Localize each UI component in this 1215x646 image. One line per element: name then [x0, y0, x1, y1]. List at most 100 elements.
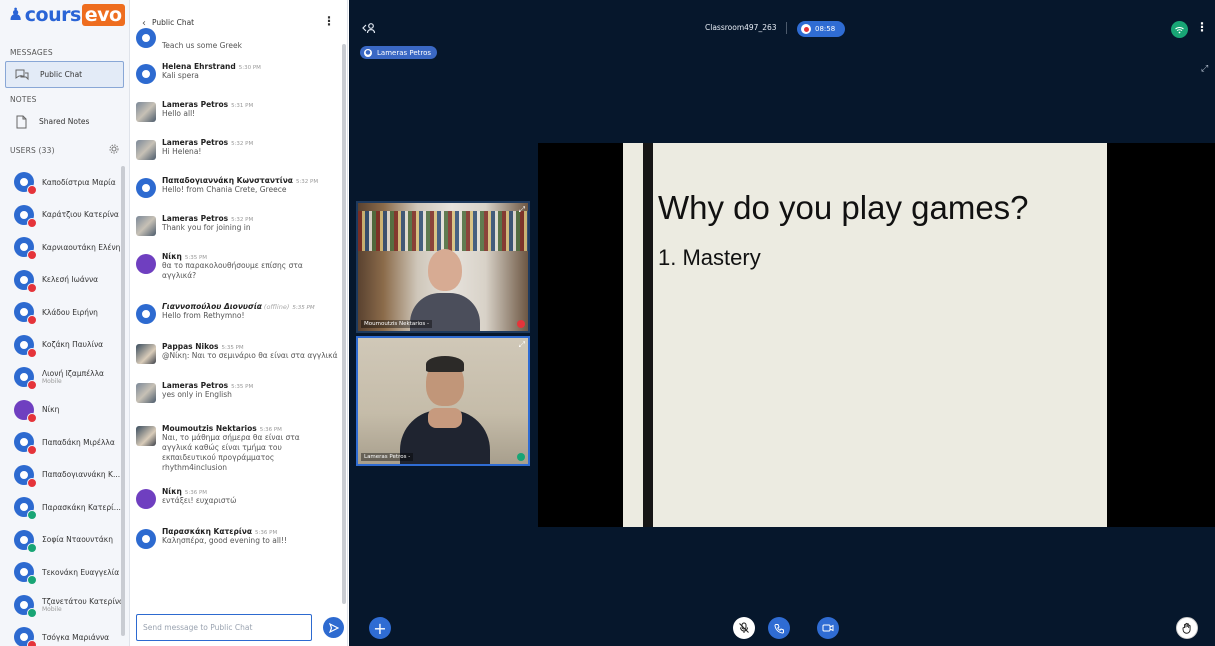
- chat-message-list: Teach us some Greek Helena Ehrstrand 5:30…: [130, 28, 338, 565]
- microphone-icon: ●: [364, 48, 372, 57]
- avatar: [14, 627, 37, 646]
- avatar: [14, 334, 37, 358]
- public-chat-nav[interactable]: Public Chat: [5, 61, 124, 88]
- chat-message: Γιαννοπούλου Διονυσία (offline) 5:35 PM Hel…: [130, 302, 338, 342]
- muted-mic-icon: [27, 640, 37, 646]
- chat-message: Pappas Nikos 5:35 PM @Νίκη: Ναι το σεμινάρ…: [130, 342, 338, 381]
- presentation-slide[interactable]: Why do you play games? 1. Mastery: [623, 143, 1107, 527]
- avatar: [14, 464, 37, 488]
- raise-hand-button[interactable]: [1176, 617, 1198, 639]
- chat-message: Παπαδογιαννάκη Κωνσταντίνα 5:32 PM Hello! …: [130, 176, 338, 214]
- webcam-feed: [358, 203, 528, 331]
- user-list: Καποδίστρια Μαρία Καράτζιου Κατερίνα Καρ…: [0, 166, 124, 646]
- fullscreen-icon[interactable]: ⤢: [1201, 64, 1208, 74]
- mute-microphone-button[interactable]: [733, 617, 755, 639]
- options-menu-icon[interactable]: ⋮: [1196, 20, 1208, 34]
- avatar: [136, 28, 156, 48]
- avatar: [14, 399, 37, 423]
- chat-scrollbar[interactable]: [342, 44, 346, 604]
- shared-notes-nav[interactable]: Shared Notes: [5, 108, 124, 135]
- user-item[interactable]: Παπαδάκη Μιρέλλα: [0, 426, 122, 459]
- actions-plus-button[interactable]: +: [369, 617, 391, 639]
- document-icon: [16, 115, 27, 128]
- avatar: [14, 302, 37, 326]
- connection-status-button[interactable]: [1171, 21, 1188, 38]
- muted-mic-icon: [27, 217, 37, 228]
- user-item[interactable]: Κελεσή Ιωάννα: [0, 264, 122, 297]
- logo-people-icon: ♟: [8, 5, 23, 25]
- avatar: [136, 102, 156, 122]
- users-scrollbar[interactable]: [121, 166, 125, 636]
- muted-mic-icon: [27, 185, 37, 196]
- avatar: [136, 304, 156, 324]
- user-item[interactable]: Καποδίστρια Μαρία: [0, 166, 122, 199]
- send-message-button[interactable]: [323, 617, 344, 638]
- video-camera-icon: [822, 624, 834, 632]
- kebab-menu-icon[interactable]: ⋮: [323, 14, 335, 28]
- webcam-tile[interactable]: ⤢ Lameras Petros -: [356, 336, 530, 466]
- muted-mic-icon: [27, 282, 37, 293]
- avatar: [14, 172, 37, 196]
- user-item[interactable]: Καρνιαουτάκη Ελένη: [0, 231, 122, 264]
- chat-message: Lameras Petros 5:32 PM Hi Helena!: [130, 138, 338, 176]
- chat-message: Lameras Petros 5:35 PM yes only in English: [130, 381, 338, 424]
- listen-only-icon: [27, 542, 37, 553]
- avatar: [14, 269, 37, 293]
- chat-message-input[interactable]: [137, 615, 311, 640]
- avatar: [136, 529, 156, 549]
- user-item[interactable]: Τεκονάκη Ευαγγελία: [0, 556, 122, 589]
- user-item[interactable]: Τσόγκα Μαριάννα: [0, 621, 122, 646]
- avatar: [136, 216, 156, 236]
- presenter-talking-indicator: ● Lameras Petros: [360, 46, 438, 59]
- chat-input-box: [136, 614, 312, 641]
- presentation-area: Classroom497_263 08:58 ⋮ ● Lameras Petro…: [349, 0, 1215, 646]
- microphone-icon: [517, 453, 525, 461]
- avatar: [136, 426, 156, 446]
- plus-icon: +: [373, 618, 387, 638]
- chat-message: Lameras Petros 5:32 PM Thank you for joini…: [130, 214, 338, 252]
- chat-message: Lameras Petros 5:31 PM Hello all!: [130, 100, 338, 138]
- users-section-title: USERS (33): [0, 143, 129, 157]
- top-bar: Classroom497_263 08:58 ⋮: [349, 0, 1215, 42]
- avatar: [136, 64, 156, 84]
- phone-icon: [773, 623, 784, 634]
- divider: [786, 22, 787, 34]
- chat-message: Moumoutzis Nektarios 5:36 PM Ναι, το μάθημ…: [130, 424, 338, 487]
- avatar: [14, 204, 37, 228]
- chat-title[interactable]: Public Chat: [152, 18, 194, 27]
- room-title: Classroom497_263: [705, 23, 777, 32]
- user-item[interactable]: Κλάδου Ειρήνη: [0, 296, 122, 329]
- expand-icon[interactable]: ⤢: [519, 340, 525, 350]
- expand-icon[interactable]: ⤢: [519, 205, 525, 215]
- listen-only-icon: [27, 575, 37, 586]
- leave-audio-button[interactable]: [768, 617, 790, 639]
- recording-indicator[interactable]: 08:58: [797, 21, 845, 37]
- chat-message: Νίκη 5:36 PM εντάξει! ευχαριστώ: [130, 487, 338, 527]
- avatar: [136, 254, 156, 274]
- user-item[interactable]: Κοζάκη Παυλίνα: [0, 329, 122, 362]
- share-webcam-button[interactable]: [817, 617, 839, 639]
- user-item[interactable]: Καράτζιου Κατερίνα: [0, 199, 122, 232]
- user-item[interactable]: Παπαδογιαννάκη Κ...: [0, 459, 122, 492]
- webcam-tile[interactable]: ⤢ Moumoutzis Nektarios -: [356, 201, 530, 333]
- user-item[interactable]: Νίκη: [0, 394, 122, 427]
- chat-message: Helena Ehrstrand 5:30 PM Kali spera: [130, 62, 338, 100]
- avatar: [14, 529, 37, 553]
- webcam-user-label: Moumoutzis Nektarios -: [361, 320, 432, 328]
- avatar: [14, 237, 37, 261]
- presentation-slide-frame: Why do you play games? 1. Mastery: [538, 143, 1215, 527]
- muted-mic-icon: [27, 315, 37, 326]
- user-item[interactable]: Σοφία Νταουντάκη: [0, 524, 122, 557]
- user-item[interactable]: Λιονή Ιζαμπέλλα Mobile: [0, 361, 122, 394]
- muted-microphone-icon: [739, 622, 749, 633]
- user-item[interactable]: Τζανετάτου Κατερίνα Mobile: [0, 589, 124, 622]
- avatar: [136, 383, 156, 403]
- gear-icon[interactable]: [109, 144, 119, 156]
- avatar: [136, 178, 156, 198]
- listen-only-icon: [27, 607, 37, 618]
- listen-only-icon: [27, 510, 37, 521]
- user-item[interactable]: Παρασκάκη Κατερί...: [0, 491, 122, 524]
- webcam-feed: [358, 338, 528, 464]
- toggle-userlist-icon[interactable]: [362, 21, 376, 35]
- muted-mic-icon: [27, 412, 37, 423]
